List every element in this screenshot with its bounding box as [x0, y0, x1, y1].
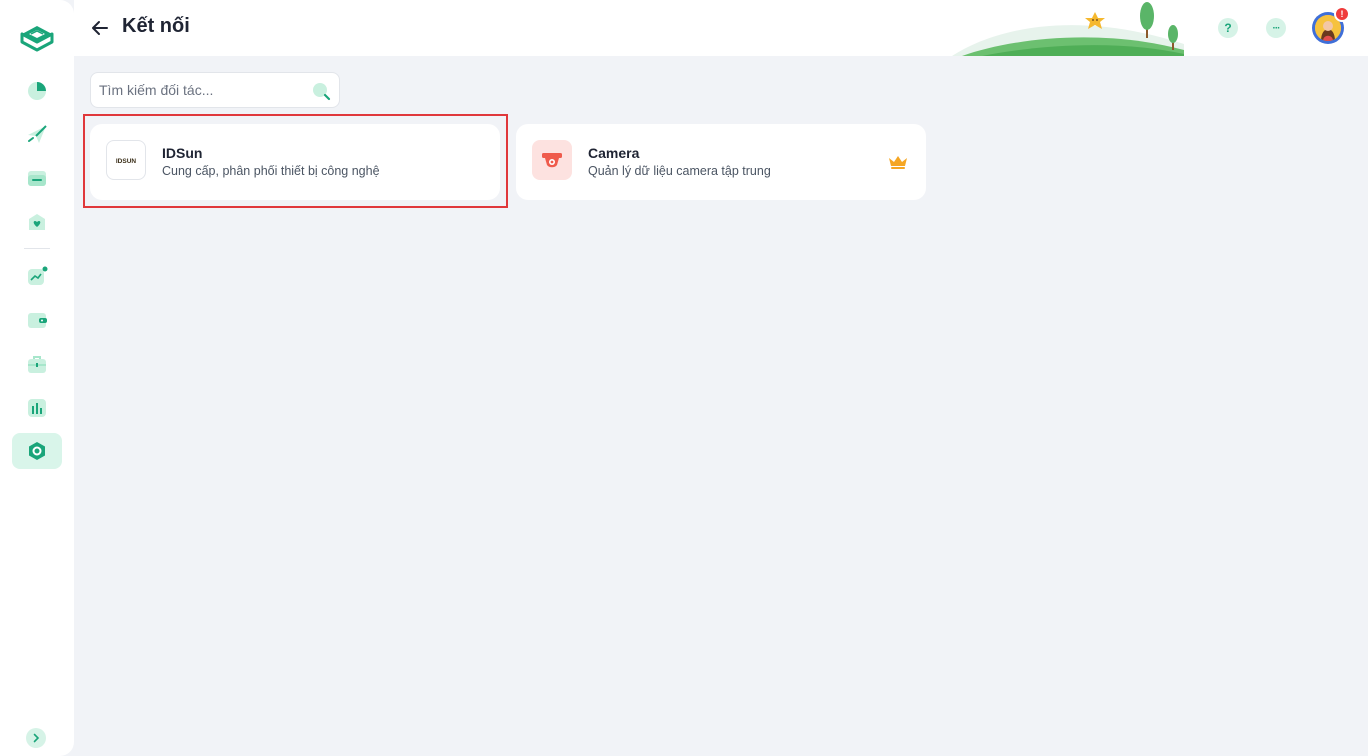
camera-icon [532, 140, 572, 180]
more-button[interactable]: ··· [1266, 18, 1286, 38]
partner-description: Quản lý dữ liệu camera tập trung [588, 164, 771, 178]
partner-description: Cung cấp, phân phối thiết bị công nghệ [162, 164, 380, 178]
arrow-left-icon [92, 21, 108, 35]
partner-search [90, 72, 340, 108]
hexagon-settings-icon [29, 442, 45, 460]
chevron-right-icon [33, 733, 40, 743]
sidebar [0, 0, 74, 756]
sidebar-item-wallet[interactable] [12, 302, 62, 338]
partner-card-camera[interactable]: Camera Quản lý dữ liệu camera tập trung [516, 124, 926, 200]
back-button[interactable] [88, 16, 112, 40]
header-landscape-decoration [952, 2, 1184, 56]
page-title: Kết nối [122, 15, 190, 37]
crown-icon [888, 154, 908, 170]
help-icon: ? [1224, 21, 1232, 35]
more-icon: ··· [1272, 22, 1281, 34]
app-logo-icon[interactable] [18, 20, 56, 58]
sidebar-item-send[interactable] [12, 116, 62, 152]
header: Kết nối ? ··· ! [74, 0, 1368, 56]
folder-icon [28, 171, 46, 186]
idsun-logo: IDSUN [106, 140, 146, 180]
help-button[interactable]: ? [1218, 18, 1238, 38]
sidebar-item-report[interactable] [12, 390, 62, 426]
search-input[interactable] [99, 73, 309, 107]
sidebar-item-trend[interactable] [12, 258, 62, 294]
sidebar-item-connect[interactable] [12, 433, 62, 469]
pie-chart-icon [28, 82, 46, 100]
heart-box-icon [29, 214, 45, 230]
sidebar-divider [24, 248, 50, 249]
bar-chart-icon [28, 399, 46, 417]
wallet-icon [28, 313, 47, 328]
partner-name: IDSun [162, 145, 203, 161]
idsun-logo-text: IDSUN [116, 158, 137, 165]
partner-name: Camera [588, 145, 640, 161]
partner-card-idsun[interactable]: IDSUN IDSun Cung cấp, phân phối thiết bị… [90, 124, 500, 200]
sidebar-item-overview[interactable] [12, 72, 62, 108]
paper-plane-icon [28, 125, 47, 143]
sidebar-item-folder[interactable] [12, 160, 62, 196]
trend-chart-icon [28, 266, 48, 285]
search-icon[interactable] [311, 81, 331, 101]
notification-badge: ! [1334, 6, 1350, 22]
sidebar-expand-button[interactable] [26, 728, 46, 748]
briefcase-icon [28, 356, 46, 373]
sidebar-item-briefcase[interactable] [12, 346, 62, 382]
sidebar-item-care[interactable] [12, 204, 62, 240]
